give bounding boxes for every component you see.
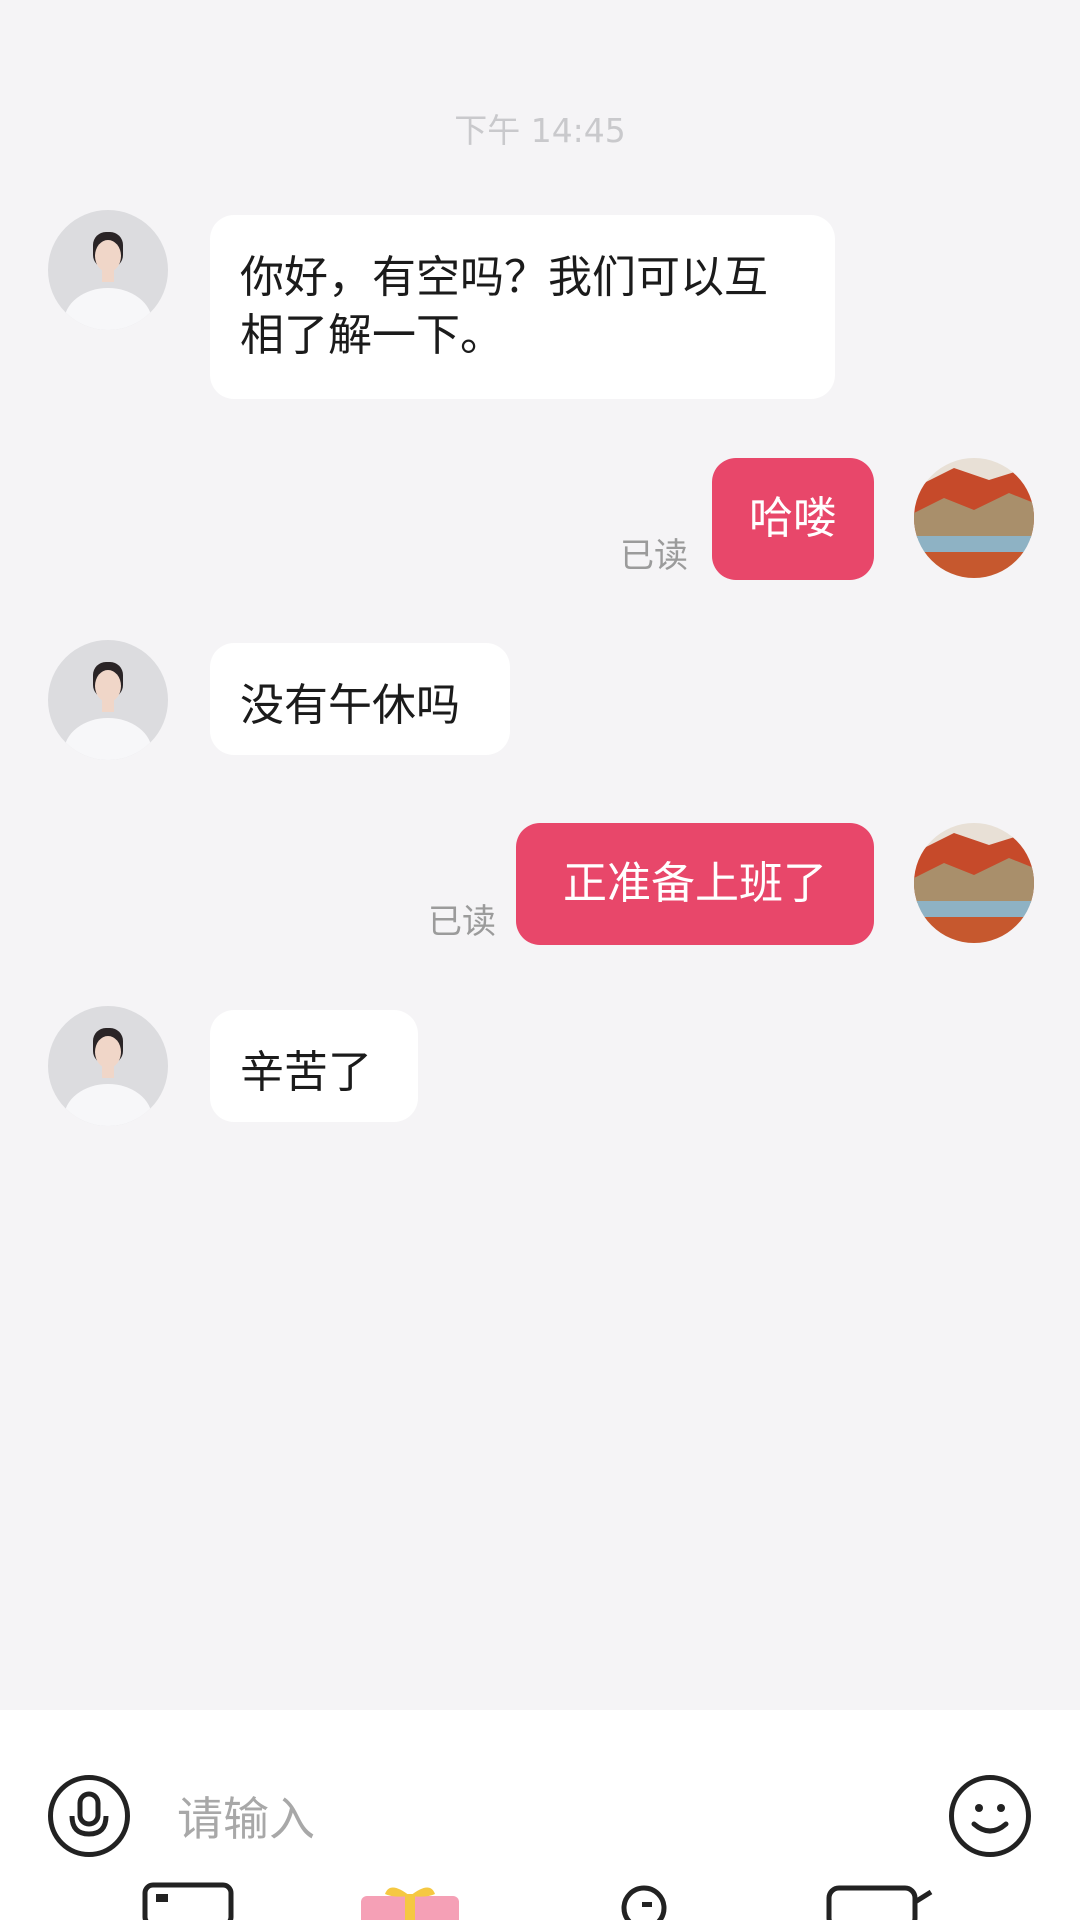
smiley-icon — [971, 1804, 1009, 1834]
read-status: 已读 — [428, 902, 496, 942]
message-bubble-outgoing[interactable]: 哈喽 — [712, 458, 874, 580]
message-input[interactable] — [175, 1770, 919, 1868]
voice-button[interactable] — [48, 1775, 130, 1857]
emoji-button[interactable] — [949, 1775, 1031, 1857]
contact-avatar[interactable] — [48, 640, 168, 760]
message-bubble-incoming[interactable]: 你好，有空吗？我们可以互相了解一下。 — [210, 215, 835, 399]
image-icon[interactable] — [142, 1882, 234, 1920]
gift-icon[interactable] — [355, 1882, 465, 1920]
message-bubble-incoming[interactable]: 没有午休吗 — [210, 643, 510, 755]
location-icon[interactable] — [616, 1882, 672, 1920]
user-avatar[interactable] — [914, 458, 1034, 578]
message-bubble-outgoing[interactable]: 正准备上班了 — [516, 823, 874, 945]
microphone-icon — [69, 1791, 109, 1837]
attachment-toolbar — [0, 1882, 1080, 1920]
read-status: 已读 — [620, 536, 688, 576]
chat-area: 下午 14:45 你好，有空吗？我们可以互相了解一下。 已读 哈喽 没有午休吗 … — [0, 0, 1080, 1710]
user-avatar[interactable] — [914, 823, 1034, 943]
contact-avatar[interactable] — [48, 210, 168, 330]
video-icon[interactable] — [825, 1882, 935, 1920]
contact-avatar[interactable] — [48, 1006, 168, 1126]
message-timestamp: 下午 14:45 — [454, 111, 626, 150]
message-bubble-incoming[interactable]: 辛苦了 — [210, 1010, 418, 1122]
